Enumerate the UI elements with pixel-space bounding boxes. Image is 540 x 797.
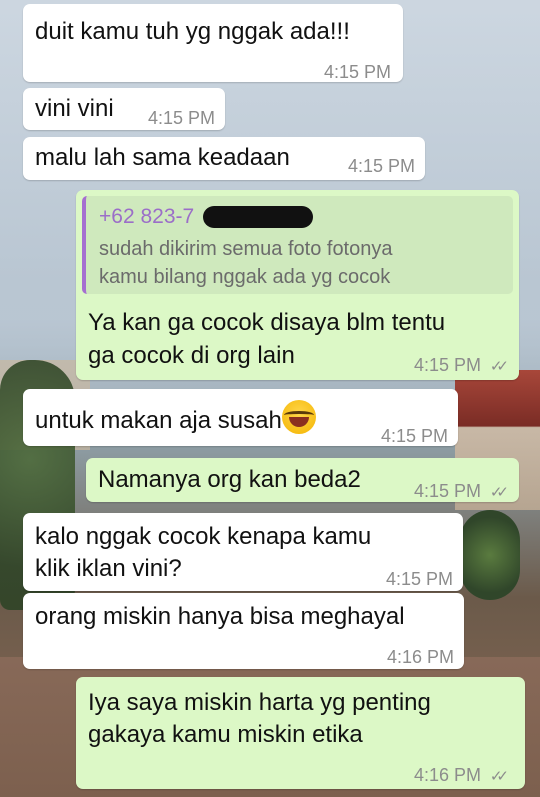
quoted-sender: +62 823-7 [99, 205, 195, 228]
message-time: 4:16 PM [413, 765, 481, 785]
quoted-message[interactable]: +62 823-7 sudah dikirim semua foto foton… [82, 196, 513, 294]
outgoing-message[interactable]: Iya saya miskin harta yg penting gakaya … [76, 677, 525, 789]
outgoing-message[interactable]: Namanya org kan beda2 4:15 PM ✓✓ [86, 458, 519, 502]
message-time: 4:15 PM [347, 156, 415, 176]
message-text: kalo nggak cocok kenapa kamu [35, 523, 372, 550]
message-text: Namanya org kan beda2 [98, 466, 361, 493]
quoted-text: kamu bilang nggak ada yg cocok [99, 266, 391, 288]
message-text: Ya kan ga cocok disaya blm tentu [88, 309, 446, 336]
incoming-message[interactable]: malu lah sama keadaan 4:15 PM [23, 137, 425, 180]
message-text: vini vini [35, 95, 114, 122]
message-time: 4:16 PM [386, 647, 454, 667]
incoming-message[interactable]: untuk makan aja susah 4:15 PM [23, 389, 458, 446]
message-text: Iya saya miskin harta yg penting [88, 689, 431, 716]
message-text: malu lah sama keadaan [35, 144, 290, 171]
message-text: gakaya kamu miskin etika [88, 721, 363, 748]
read-receipt-icon: ✓✓ [489, 358, 509, 375]
outgoing-message[interactable]: +62 823-7 sudah dikirim semua foto foton… [76, 190, 519, 380]
message-time: 4:15 PM [147, 108, 215, 128]
message-text: untuk makan aja susah [35, 400, 316, 437]
wallpaper-tree [460, 510, 520, 600]
message-text: ga cocok di org lain [88, 342, 295, 369]
incoming-message[interactable]: vini vini 4:15 PM [23, 88, 225, 130]
message-time: 4:15 PM [413, 481, 481, 501]
message-time: 4:15 PM [380, 426, 448, 446]
message-text: duit kamu tuh yg nggak ada!!! [35, 18, 350, 45]
message-text: klik iklan vini? [35, 555, 182, 582]
message-time: 4:15 PM [323, 62, 391, 82]
laughing-emoji-icon [281, 400, 316, 434]
message-text: untuk makan aja susah [35, 407, 282, 434]
read-receipt-icon: ✓✓ [489, 484, 509, 501]
message-text: orang miskin hanya bisa meghayal [35, 603, 405, 630]
incoming-message[interactable]: orang miskin hanya bisa meghayal 4:16 PM [23, 593, 464, 669]
incoming-message[interactable]: kalo nggak cocok kenapa kamu klik iklan … [23, 513, 463, 591]
redaction-mark [203, 206, 313, 228]
read-receipt-icon: ✓✓ [489, 768, 509, 785]
message-time: 4:15 PM [413, 355, 481, 375]
incoming-message[interactable]: duit kamu tuh yg nggak ada!!! 4:15 PM [23, 4, 403, 82]
message-time: 4:15 PM [385, 569, 453, 589]
